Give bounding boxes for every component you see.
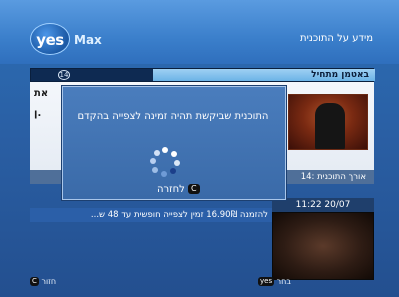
spinner-dot bbox=[162, 147, 168, 153]
dialog-back-button[interactable]: C לחזרה bbox=[157, 184, 200, 195]
tv-program-info-screen: yes Max מידע על התוכנית 14 באטמן מתחיל א… bbox=[0, 0, 399, 297]
length-value: :14 bbox=[300, 172, 315, 182]
bottom-select-button[interactable]: yes בחר bbox=[258, 277, 291, 286]
dialog-back-label: לחזרה bbox=[157, 184, 185, 195]
c-key-icon: C bbox=[30, 277, 39, 286]
spinner-dot bbox=[154, 150, 160, 156]
length-label: אורך התוכנית bbox=[317, 172, 366, 182]
yes-key-icon: yes bbox=[258, 277, 275, 286]
clock-date: 11:22 20/07 bbox=[272, 198, 374, 212]
spinner-dot bbox=[152, 167, 158, 173]
top-bar: yes Max מידע על התוכנית bbox=[0, 0, 399, 64]
live-preview-video bbox=[272, 212, 374, 280]
program-poster-image bbox=[288, 94, 368, 150]
age-rating-badge: 14 bbox=[58, 70, 70, 80]
synopsis-line-1: את bbox=[34, 88, 49, 99]
poster-figure bbox=[315, 103, 345, 149]
program-title-highlight: באטמן מתחיל bbox=[153, 69, 375, 81]
bottom-back-button[interactable]: C חזור bbox=[30, 277, 56, 286]
loading-spinner-icon bbox=[150, 147, 180, 177]
c-key-icon: C bbox=[188, 184, 200, 194]
screen-title: מידע על התוכנית bbox=[300, 33, 373, 44]
order-promo-text[interactable]: להזמנה 16.90₪ זמין לצפייה חופשית עד 48 ש… bbox=[30, 208, 272, 222]
spinner-dot bbox=[170, 168, 176, 174]
yes-logo: yes bbox=[30, 23, 70, 55]
availability-dialog: התוכנית שביקשת תהיה זמינה לצפייה בהקדם C… bbox=[62, 86, 286, 200]
channel-name: Max bbox=[74, 33, 102, 47]
spinner-dot bbox=[161, 171, 167, 177]
program-title-bar: 14 באטמן מתחיל bbox=[30, 68, 375, 82]
select-label: בחר bbox=[276, 277, 292, 286]
spinner-dot bbox=[171, 151, 177, 157]
synopsis-line-2: ן. bbox=[34, 108, 42, 119]
spinner-dot bbox=[150, 158, 156, 164]
dialog-message: התוכנית שביקשת תהיה זמינה לצפייה בהקדם bbox=[77, 111, 269, 122]
program-title: באטמן מתחיל bbox=[311, 70, 369, 80]
back-label: חזור bbox=[41, 277, 57, 286]
spinner-dot bbox=[174, 160, 180, 166]
